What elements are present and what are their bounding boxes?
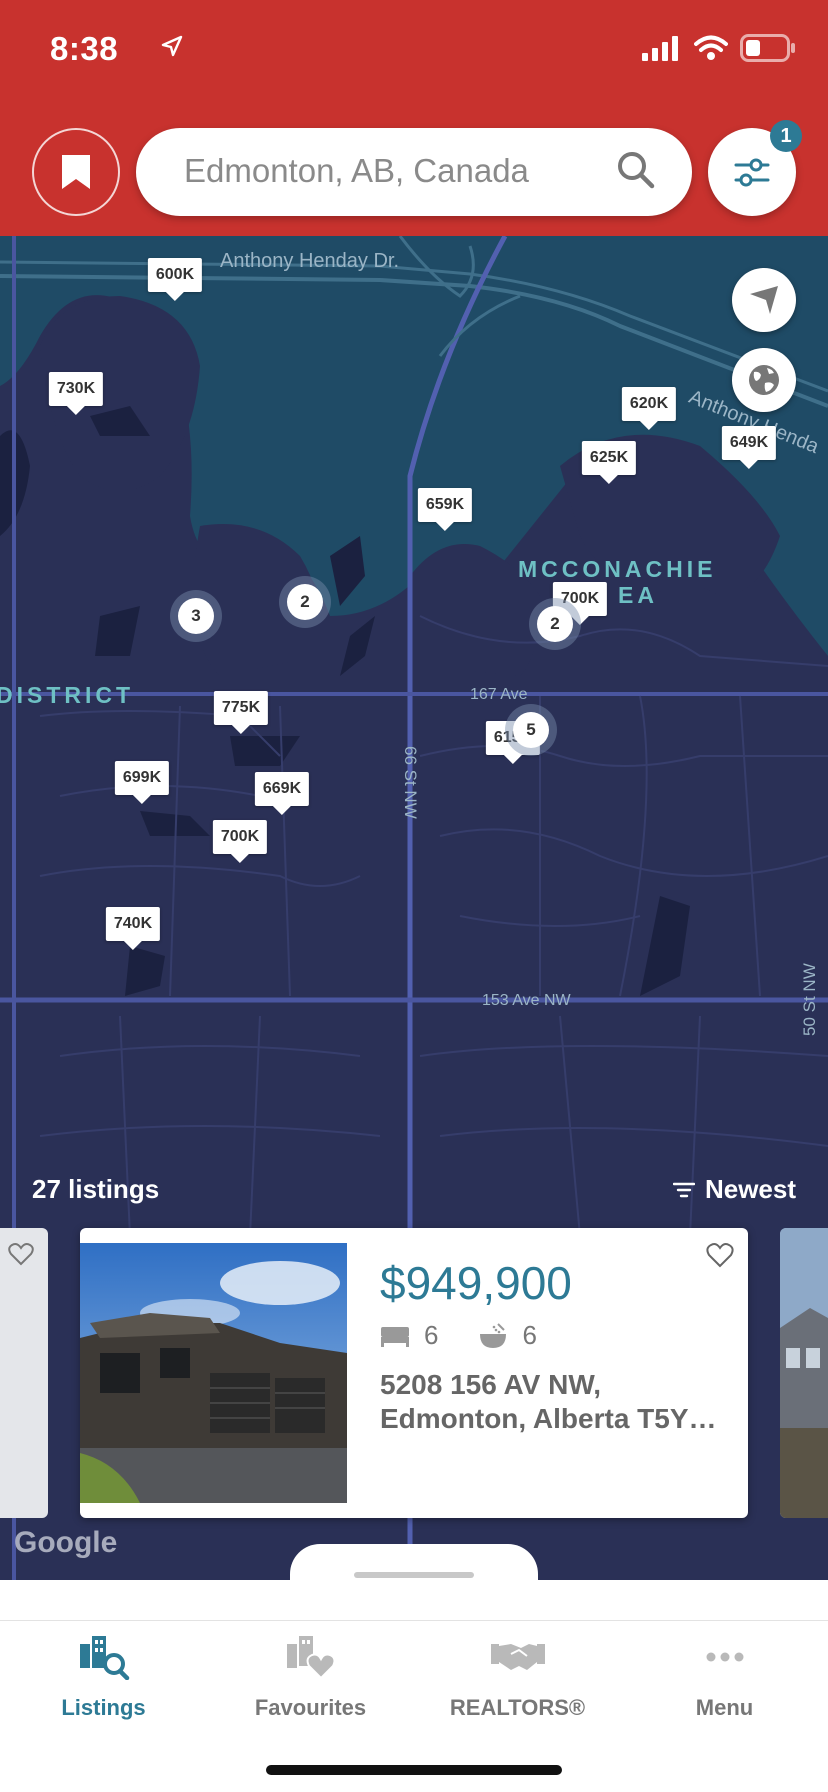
- tab-label: Menu: [695, 1695, 754, 1720]
- next-listing-photo: [780, 1228, 828, 1518]
- sort-button[interactable]: Newest: [672, 1174, 796, 1205]
- listing-cluster[interactable]: 2: [529, 598, 581, 650]
- price-pin[interactable]: 600K: [147, 258, 203, 301]
- search-placeholder: Edmonton, AB, Canada: [184, 152, 529, 189]
- price-pin[interactable]: 699K: [114, 761, 170, 804]
- search-input[interactable]: Edmonton, AB, Canada: [136, 128, 692, 216]
- listing-card[interactable]: $949,900 6 6 5208 156 AV NW, Edmonton, A…: [80, 1228, 748, 1518]
- listing-specs: 6 6: [380, 1320, 537, 1351]
- area-label-mcconachie: MCCONACHIE: [518, 556, 717, 582]
- cluster-count: 3: [178, 598, 214, 634]
- drawer-handle[interactable]: [354, 1572, 474, 1578]
- more-dots-icon: [706, 1652, 743, 1662]
- price-pin[interactable]: 775K: [213, 691, 269, 734]
- home-indicator[interactable]: [266, 1765, 562, 1775]
- signal-icon: [642, 36, 678, 61]
- area-label-district: DISTRICT: [0, 682, 135, 708]
- favourites-heart-icon: [286, 1636, 335, 1680]
- bathroom-count: 6: [522, 1320, 537, 1350]
- tab-label: Listings: [61, 1695, 146, 1720]
- google-logo: Google: [14, 1526, 118, 1559]
- saved-searches-button[interactable]: [32, 128, 120, 216]
- status-indicators: [642, 34, 796, 62]
- results-drawer-tab[interactable]: [290, 1544, 538, 1584]
- map-type-button[interactable]: [732, 348, 796, 412]
- price-pin[interactable]: 700K: [212, 820, 268, 863]
- road-label-153-ave: 153 Ave NW: [482, 992, 571, 1009]
- listing-count: 27 listings: [32, 1174, 160, 1204]
- tab-favourites[interactable]: Favourites: [207, 1621, 414, 1741]
- tab-label: REALTORS®: [449, 1695, 586, 1720]
- price-pin[interactable]: 669K: [254, 772, 310, 815]
- cluster-count: 5: [513, 712, 549, 748]
- road-label-anthony-henday: Anthony Henday Dr.: [220, 250, 399, 272]
- navigation-arrow-icon: [750, 286, 778, 314]
- status-time: 8:38: [50, 30, 119, 67]
- filter-count-badge: 1: [770, 120, 802, 152]
- bedroom-count: 6: [424, 1320, 439, 1350]
- location-arrow-icon: [161, 35, 183, 57]
- price-pin[interactable]: 740K: [105, 907, 161, 950]
- listing-cluster[interactable]: 5: [505, 704, 557, 756]
- tab-realtors[interactable]: REALTORS®: [414, 1621, 621, 1741]
- bath-icon: [480, 1322, 507, 1348]
- favourite-heart-icon: [8, 1243, 34, 1266]
- price-pin[interactable]: 730K: [48, 372, 104, 415]
- sliders-icon: [734, 158, 770, 187]
- tab-listings[interactable]: Listings: [0, 1621, 207, 1741]
- road-label-167-ave: 167 Ave: [470, 686, 528, 703]
- price-pin[interactable]: 659K: [417, 488, 473, 531]
- listing-price: $949,900: [380, 1257, 572, 1309]
- battery-icon: [740, 34, 795, 62]
- previous-listing-card[interactable]: [0, 1228, 48, 1518]
- road-label-66-st: 66 St NW: [401, 746, 420, 819]
- address-line-1: 5208 156 AV NW,: [380, 1369, 602, 1400]
- cluster-count: 2: [287, 584, 323, 620]
- price-pin[interactable]: 625K: [581, 441, 637, 484]
- listing-cluster[interactable]: 3: [170, 590, 222, 642]
- cluster-count: 2: [537, 606, 573, 642]
- bookmark-icon: [62, 155, 90, 189]
- price-pin[interactable]: 620K: [621, 387, 677, 430]
- area-label-mcconachie-area: EA: [618, 582, 658, 608]
- listing-cluster[interactable]: 2: [279, 576, 331, 628]
- wifi-icon: [694, 35, 728, 60]
- globe-icon: [749, 365, 779, 395]
- app-header: 8:38 Edmonton, AB, Canada 1: [0, 0, 828, 236]
- road-label-50-st: 50 St NW: [800, 963, 819, 1036]
- tab-label: Favourites: [254, 1695, 367, 1720]
- house-photo: [80, 1243, 347, 1503]
- sort-lines-icon: [672, 1182, 695, 1197]
- handshake-icon: [490, 1644, 545, 1670]
- sort-label: Newest: [704, 1174, 796, 1204]
- listing-address: 5208 156 AV NW, Edmonton, Alberta T5Y…: [380, 1368, 720, 1436]
- tab-menu[interactable]: Menu: [621, 1621, 828, 1741]
- favourite-heart-icon[interactable]: [706, 1242, 734, 1268]
- listings-search-icon: [79, 1636, 129, 1680]
- price-pin[interactable]: 649K: [721, 426, 777, 469]
- next-listing-card[interactable]: [780, 1228, 828, 1518]
- search-icon[interactable]: [616, 150, 656, 190]
- bed-icon: [381, 1326, 409, 1347]
- address-line-2: Edmonton, Alberta T5Y…: [380, 1403, 717, 1434]
- my-location-button[interactable]: [732, 268, 796, 332]
- listing-photo[interactable]: [80, 1243, 347, 1503]
